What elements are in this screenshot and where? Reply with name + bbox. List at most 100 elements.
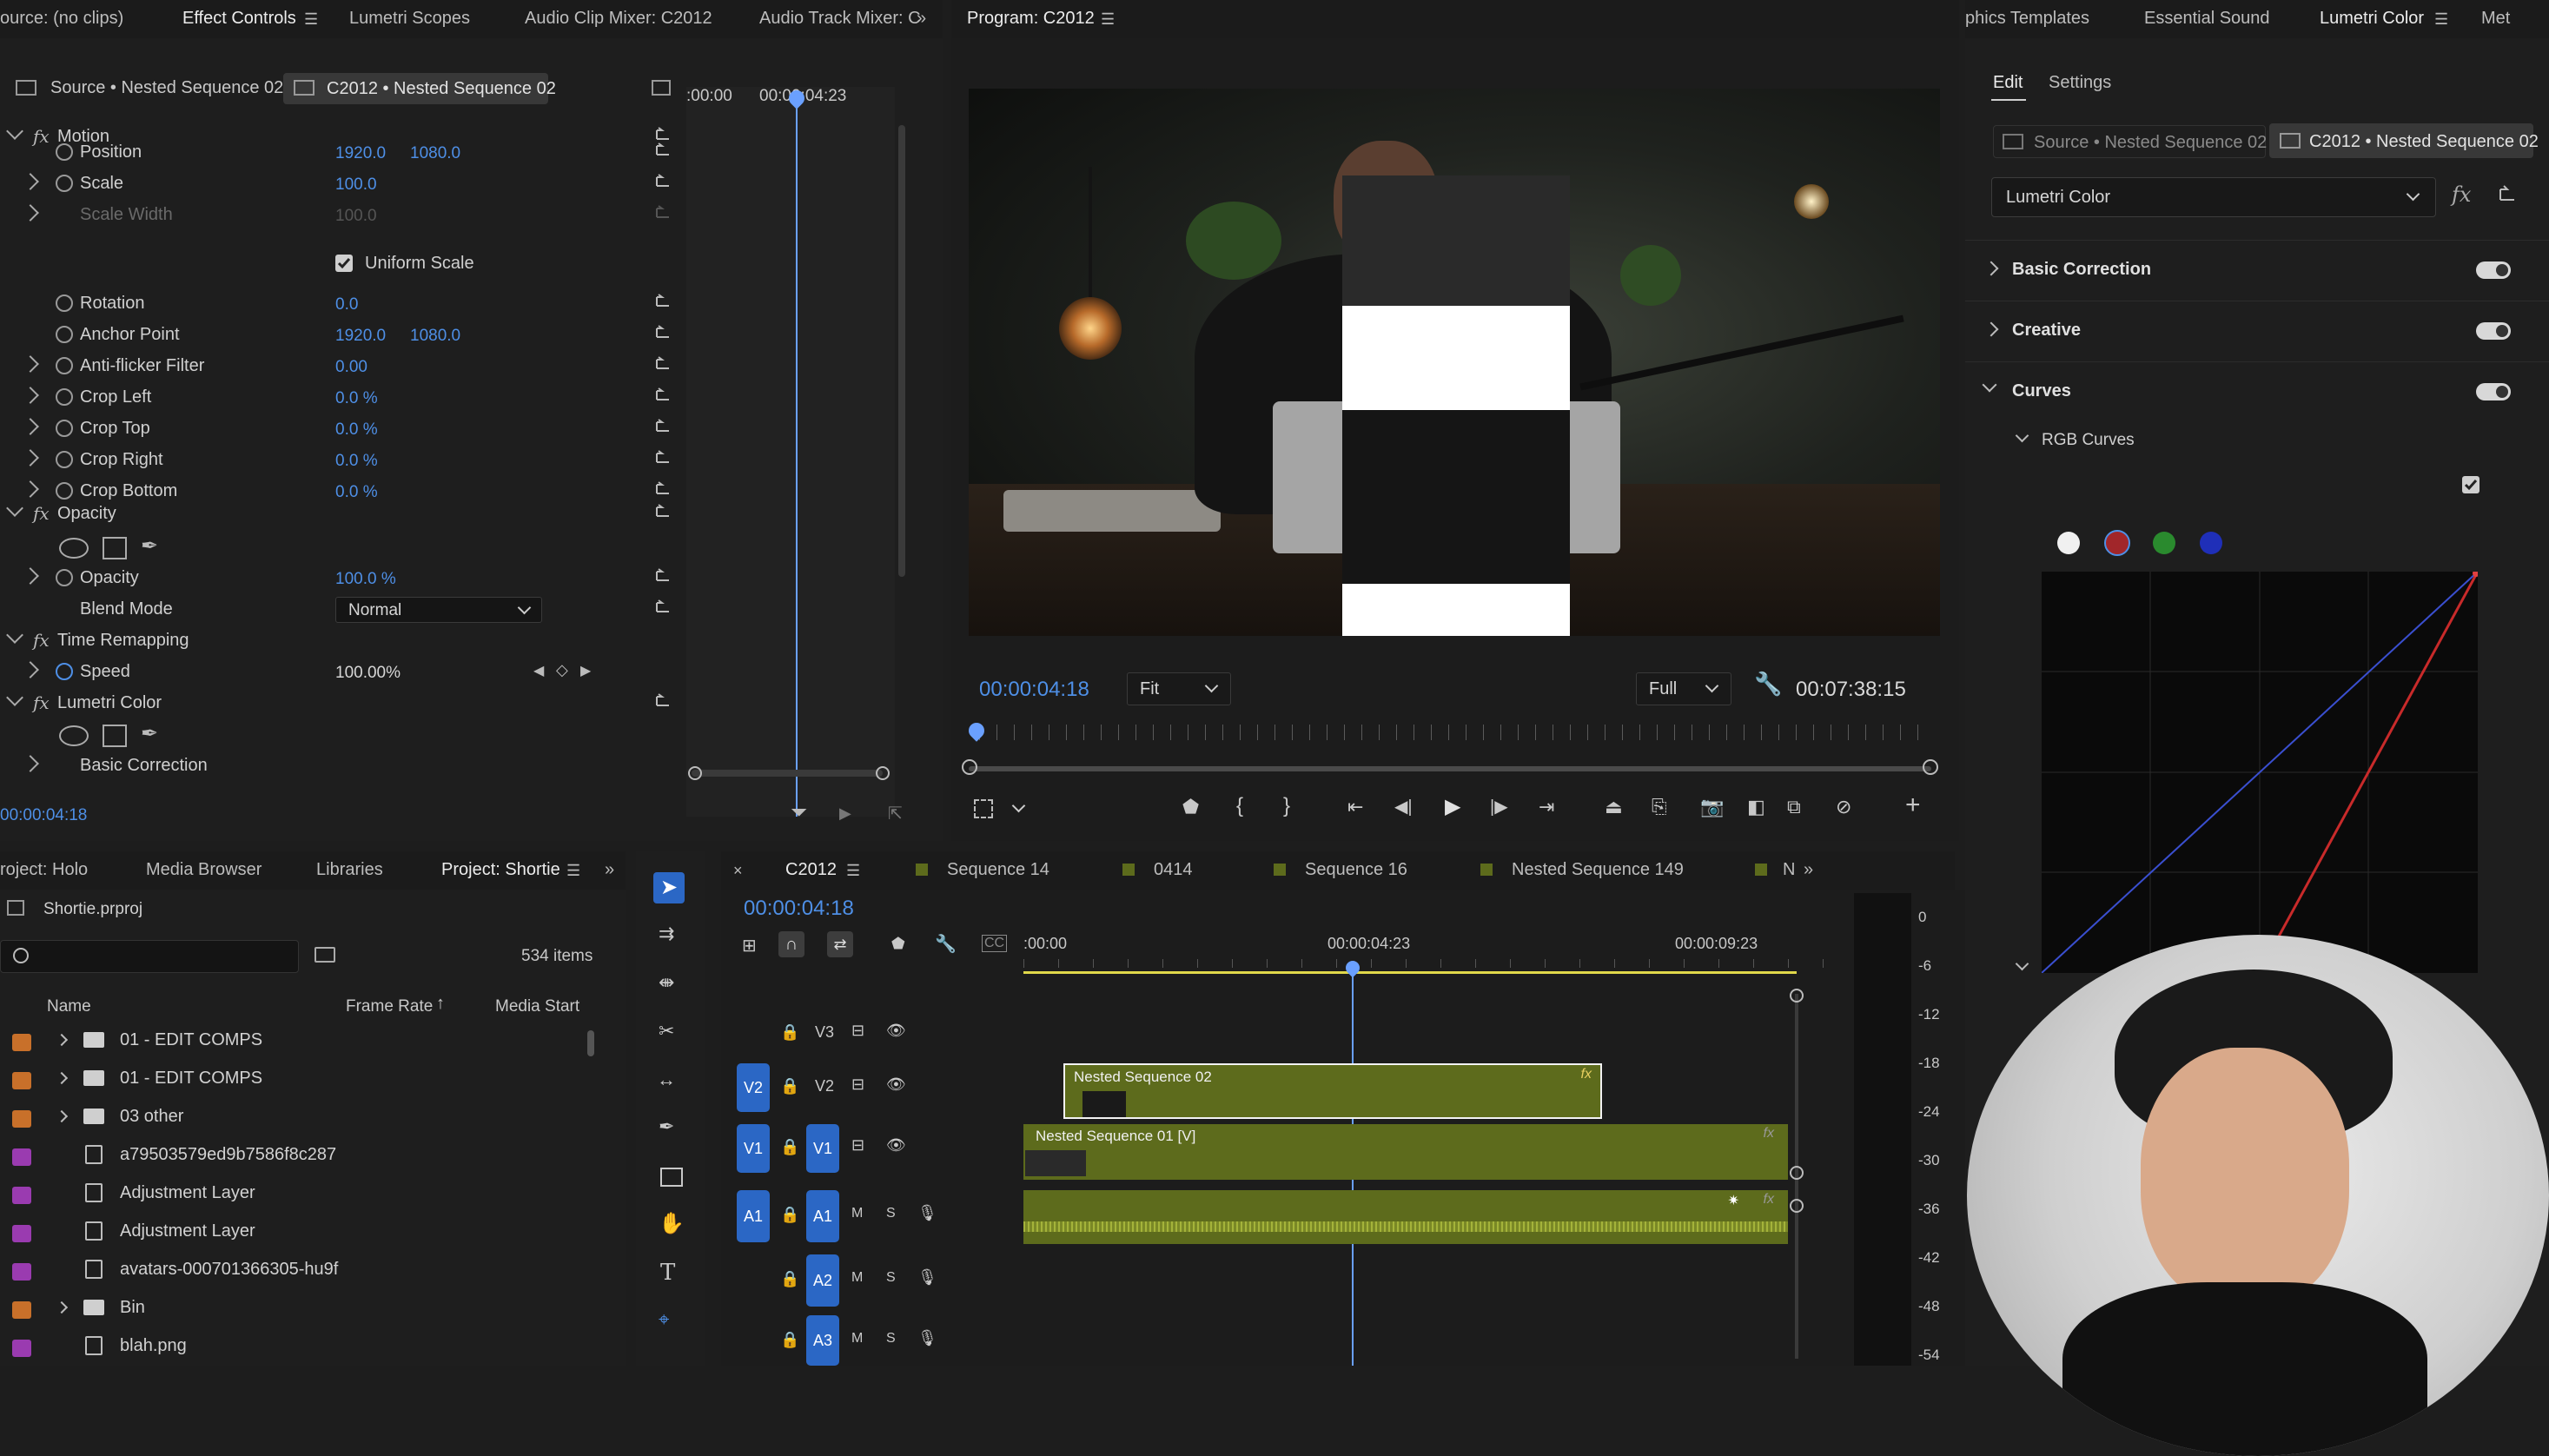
chevron-right-icon[interactable] [22, 661, 39, 678]
solo-button[interactable]: S [886, 1206, 896, 1221]
more-tabs-icon[interactable]: » [605, 860, 614, 880]
video-frame[interactable] [969, 89, 1940, 636]
lock-icon[interactable]: 🔒 [780, 1138, 799, 1156]
reset-icon[interactable] [653, 693, 671, 709]
effect-controls-scrollbar[interactable] [898, 125, 905, 577]
stopwatch-icon[interactable] [56, 388, 73, 406]
tab-project-shortie[interactable]: Project: Shortie [441, 860, 560, 880]
active-clip-tab[interactable]: C2012 • Nested Sequence 02 [2269, 123, 2539, 158]
prev-keyframe-icon[interactable]: ◀ [533, 662, 544, 679]
filter-icon[interactable]: ⏷ [791, 801, 807, 825]
pen-tool-icon[interactable]: ✒ [659, 1115, 674, 1138]
mark-out-icon[interactable]: } [1283, 794, 1290, 818]
chevron-right-icon[interactable] [55, 1109, 69, 1123]
clip-nested-sequence-02[interactable]: Nested Sequence 02 fx [1063, 1063, 1602, 1119]
eye-icon[interactable]: 👁 [886, 1136, 906, 1155]
tab-settings[interactable]: Settings [2049, 73, 2111, 93]
chevron-right-icon[interactable] [55, 1071, 69, 1085]
property-crop-top[interactable]: Crop Top 0.0 % [0, 414, 686, 445]
list-item[interactable]: 01 - EDIT COMPS [0, 1023, 626, 1059]
reset-icon[interactable] [653, 568, 671, 584]
chevron-down-icon[interactable] [2015, 428, 2029, 443]
panel-menu-icon[interactable]: ☰ [566, 862, 580, 880]
chevron-right-icon[interactable] [22, 755, 39, 772]
property-value[interactable]: 0.0 % [335, 420, 378, 440]
zoom-left-handle[interactable] [688, 766, 702, 780]
play-audio-icon[interactable]: ▶ [839, 804, 851, 823]
safe-margins-icon[interactable] [974, 799, 993, 818]
playhead[interactable] [796, 96, 798, 817]
razor-tool-icon[interactable]: ✂ [659, 1020, 674, 1042]
tab-effect-controls[interactable]: Effect Controls [182, 9, 296, 29]
lock-icon[interactable]: 🔒 [780, 1023, 799, 1042]
property-crop-left[interactable]: Crop Left 0.0 % [0, 382, 686, 414]
timeline-timecode[interactable]: 00:00:04:18 [744, 897, 854, 921]
zoom-fit-select[interactable]: Fit [1127, 672, 1231, 705]
pen-mask-icon[interactable]: ✒ [141, 721, 158, 746]
white-channel-button[interactable] [2057, 532, 2080, 554]
speed-value[interactable]: 100.00% [335, 664, 401, 683]
playback-resolution-select[interactable]: Full [1636, 672, 1731, 705]
sync-lock-icon[interactable]: ⊟ [851, 1136, 864, 1155]
stopwatch-icon[interactable] [56, 663, 73, 680]
rgb-curves-checkbox[interactable] [2462, 476, 2479, 493]
wrench-icon[interactable]: 🔧 [935, 933, 957, 955]
opacity-property[interactable]: Opacity 100.0 % [0, 563, 686, 594]
label-color-swatch[interactable] [12, 1110, 31, 1128]
column-name[interactable]: Name [47, 997, 91, 1016]
lock-icon[interactable]: 🔒 [780, 1206, 799, 1224]
tab-metadata[interactable]: Met [2481, 9, 2510, 29]
time-remapping-section[interactable]: fx Time Remapping [0, 625, 686, 657]
stopwatch-icon[interactable] [56, 357, 73, 374]
mute-button[interactable]: M [851, 1270, 863, 1286]
microphone-icon[interactable]: 🎙 [917, 1329, 937, 1347]
vr-video-icon[interactable]: ⊘ [1836, 796, 1851, 818]
compare-view-icon[interactable]: ◧ [1747, 796, 1765, 818]
tab-edit[interactable]: Edit [1993, 73, 2023, 93]
linked-selection-icon[interactable]: ⇄ [827, 931, 853, 957]
reset-icon[interactable] [653, 599, 671, 615]
eye-icon[interactable]: 👁 [886, 1022, 906, 1040]
chevron-right-icon[interactable] [22, 480, 39, 498]
effect-controls-timecode[interactable]: 00:00:04:18 [0, 806, 87, 825]
stopwatch-icon[interactable] [56, 482, 73, 500]
edit-tool-icon[interactable]: ⌖ [659, 1308, 669, 1331]
basic-correction-property[interactable]: Basic Correction [0, 751, 686, 782]
reset-icon[interactable] [653, 294, 671, 309]
rectangle-tool-icon[interactable] [660, 1168, 683, 1187]
mute-button[interactable]: M [851, 1206, 863, 1221]
label-color-swatch[interactable] [12, 1148, 31, 1166]
project-scrollbar[interactable] [587, 1030, 594, 1056]
tab-sequence-14[interactable]: Sequence 14 [947, 860, 1049, 880]
label-color-swatch[interactable] [12, 1340, 31, 1357]
step-back-icon[interactable]: ◀| [1394, 796, 1413, 817]
sync-lock-icon[interactable]: ⊟ [851, 1075, 864, 1094]
ellipse-mask-icon[interactable] [59, 725, 89, 746]
stopwatch-icon[interactable] [56, 451, 73, 468]
panel-menu-icon[interactable]: ☰ [846, 862, 860, 880]
property-value[interactable]: 100.0 [335, 207, 377, 226]
fx-icon[interactable]: fx [2452, 182, 2471, 207]
toggle-timeline-view-icon[interactable] [652, 80, 671, 96]
program-zoom-bar[interactable] [969, 766, 1931, 771]
reset-icon[interactable] [653, 450, 671, 466]
label-color-swatch[interactable] [12, 1187, 31, 1204]
more-tabs-icon[interactable]: » [917, 9, 926, 29]
zoom-right-handle[interactable] [876, 766, 890, 780]
stopwatch-icon[interactable] [56, 420, 73, 437]
scroll-handle[interactable] [1790, 989, 1804, 1003]
ellipse-mask-icon[interactable] [59, 538, 89, 559]
lock-icon[interactable]: 🔒 [780, 1077, 799, 1095]
property-position[interactable]: Position 1920.0 1080.0 [0, 137, 686, 169]
track-select-tool-icon[interactable]: ⇉ [659, 923, 674, 945]
curves-toggle[interactable] [2476, 383, 2511, 400]
zoom-scrollbar[interactable] [692, 770, 883, 777]
selection-tool-icon[interactable]: ➤ [653, 872, 685, 903]
green-channel-button[interactable] [2153, 532, 2175, 554]
tab-essential-sound[interactable]: Essential Sound [2144, 9, 2270, 29]
camera-icon[interactable]: 📷 [1700, 796, 1724, 818]
effect-controls-timeline[interactable]: :00:00 00:00:04:23 [686, 87, 895, 817]
stopwatch-icon[interactable] [56, 569, 73, 586]
reset-icon[interactable] [653, 504, 671, 520]
rectangle-mask-icon[interactable] [103, 537, 127, 559]
